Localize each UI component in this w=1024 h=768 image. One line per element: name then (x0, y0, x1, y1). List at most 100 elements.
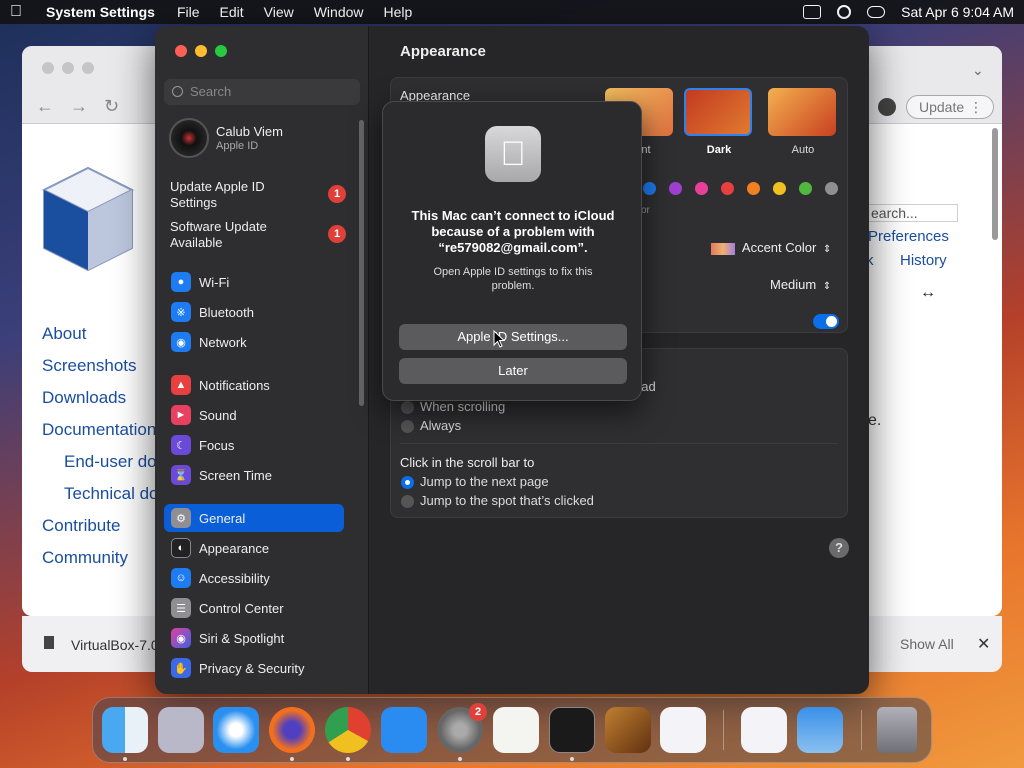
highlight-color-swatch (711, 242, 735, 255)
sidebar-item-control-center[interactable]: ☰ Control Center (164, 594, 344, 622)
sidebar-item-general[interactable]: ⚙ General (164, 504, 344, 532)
link-history[interactable]: History (900, 252, 947, 269)
accent-swatch-graphite[interactable] (825, 182, 838, 195)
apple-id-settings-button[interactable]: Apple ID Settings... (399, 324, 627, 350)
dock-running-indicator (346, 757, 350, 761)
dock-garageband-icon[interactable] (605, 707, 651, 753)
moon-icon: ☾ (171, 435, 191, 455)
site-search-input[interactable]: earch... (866, 204, 958, 222)
menu-view[interactable]: View (264, 4, 294, 20)
menu-window[interactable]: Window (314, 4, 364, 20)
later-button[interactable]: Later (399, 358, 627, 384)
control-center-icon[interactable] (867, 6, 886, 18)
apple-id-profile[interactable]: Calub Viem Apple ID (169, 118, 283, 158)
sidebar-item-network[interactable]: ◉ Network (164, 328, 344, 356)
wallpaper-tinting-toggle[interactable] (813, 314, 839, 329)
menu-help[interactable]: Help (384, 4, 413, 20)
show-all-button[interactable]: Show All (900, 636, 954, 652)
sidebar-item-label: Privacy & Security (199, 660, 305, 676)
dock-textedit-icon[interactable] (493, 707, 539, 753)
radio-jump-spot[interactable] (401, 495, 414, 508)
close-button[interactable] (175, 45, 187, 57)
dock-vscode-icon[interactable] (660, 707, 706, 753)
dock-chrome-icon[interactable] (325, 707, 371, 753)
sidebar-item-screen-time[interactable]: ⌛ Screen Time (164, 461, 344, 489)
highlight-color-popup[interactable]: Accent Color ⇕ (711, 240, 831, 255)
theme-dark-thumb[interactable] (684, 88, 752, 136)
menu-edit[interactable]: Edit (220, 4, 244, 20)
profile-icon[interactable] (878, 98, 896, 116)
forward-icon[interactable]: → (70, 96, 88, 117)
sidebar-item-bluetooth[interactable]: ※ Bluetooth (164, 298, 344, 326)
radio-jump-spot-label: Jump to the spot that’s clicked (420, 493, 594, 508)
sidebar-item-privacy-security[interactable]: ✋ Privacy & Security (164, 654, 344, 682)
download-item[interactable]: VirtualBox-7.0 (71, 637, 159, 653)
back-icon[interactable]: ← (36, 96, 54, 117)
accent-swatch-orange[interactable] (747, 182, 760, 195)
sidebar-item-label: Notifications (199, 377, 270, 393)
dock-finder-icon[interactable] (102, 707, 148, 753)
sidebar-item-sound[interactable]: ► Sound (164, 401, 344, 429)
spotlight-icon[interactable] (837, 5, 852, 19)
accent-swatch-purple[interactable] (669, 182, 682, 195)
updown-chevron-icon: ⇕ (822, 244, 832, 255)
dock-terminal-icon[interactable] (549, 707, 595, 753)
accessibility-icon: ☺ (171, 568, 191, 588)
sidebar-item-label: Siri & Spotlight (199, 630, 285, 646)
help-button[interactable]: ? (829, 538, 849, 558)
radio-always[interactable] (401, 420, 414, 433)
browser-update-button[interactable]: Update ⋮ (906, 95, 994, 119)
dock-firefox-icon[interactable] (269, 707, 315, 753)
chevron-down-icon[interactable]: ⌄ (972, 62, 984, 79)
sidebar-icon-size-popup[interactable]: Medium ⇕ (770, 277, 831, 292)
radio-when-scrolling[interactable] (401, 401, 414, 414)
apple-logo-icon:  (485, 126, 541, 182)
radio-jump-next-page[interactable] (401, 476, 414, 489)
virtualbox-logo (41, 166, 135, 272)
app-menu[interactable]: System Settings (46, 4, 155, 20)
dock-app-store-icon[interactable] (381, 707, 427, 753)
screen-mirroring-icon[interactable] (803, 5, 822, 19)
minimize-button[interactable] (195, 45, 207, 57)
dialog-message: Open Apple ID settings to fix this probl… (433, 266, 593, 292)
sidebar-item-label: Appearance (199, 540, 270, 556)
dock-safari-icon[interactable] (213, 707, 259, 753)
apple-menu-icon[interactable]:  (10, 3, 28, 21)
browser-zoom-button[interactable] (82, 62, 94, 74)
dock-trash-icon[interactable] (877, 707, 917, 753)
accent-swatch-blue[interactable] (643, 182, 656, 195)
traffic-lights (175, 45, 227, 57)
browser-scrollbar[interactable] (992, 128, 998, 240)
dock-launchpad-icon[interactable] (158, 707, 204, 753)
zoom-button[interactable] (215, 45, 227, 57)
dock-weather-icon[interactable] (797, 707, 843, 753)
accent-swatch-yellow[interactable] (773, 182, 786, 195)
sidebar-icon-size-value: Medium (770, 277, 817, 292)
sidebar-item-label: Screen Time (199, 467, 272, 483)
sidebar-item-wifi[interactable]: ● Wi-Fi (164, 268, 344, 296)
sidebar-item-focus[interactable]: ☾ Focus (164, 431, 344, 459)
sidebar-item-siri-spotlight[interactable]: ◉ Siri & Spotlight (164, 624, 344, 652)
sidebar-item-appearance[interactable]: ◐ Appearance (164, 534, 344, 562)
bluetooth-icon: ※ (171, 302, 191, 322)
accent-swatch-red[interactable] (721, 182, 734, 195)
close-download-bar-icon[interactable]: ✕ (977, 634, 990, 654)
alert-software-update[interactable]: Software Update Available 1 (170, 219, 350, 251)
browser-close-button[interactable] (42, 62, 54, 74)
dock: 2 (92, 697, 932, 763)
accent-swatch-green[interactable] (799, 182, 812, 195)
browser-minimize-button[interactable] (62, 62, 74, 74)
menu-clock[interactable]: Sat Apr 6 9:04 AM (901, 4, 1014, 20)
alert-update-apple-id[interactable]: Update Apple ID Settings 1 (170, 179, 350, 211)
dock-visual-studio-icon[interactable] (741, 707, 787, 753)
sidebar-search-input[interactable]: Search (164, 79, 360, 105)
sidebar-item-accessibility[interactable]: ☺ Accessibility (164, 564, 344, 592)
sidebar-scrollbar[interactable] (359, 120, 364, 406)
link-preferences[interactable]: Preferences (868, 228, 949, 245)
sidebar-item-notifications[interactable]: ▲ Notifications (164, 371, 344, 399)
menu-file[interactable]: File (177, 4, 200, 20)
reload-icon[interactable]: ↻ (104, 96, 119, 117)
theme-auto-thumb[interactable] (768, 88, 836, 136)
profile-subtitle: Apple ID (216, 140, 259, 152)
accent-swatch-pink[interactable] (695, 182, 708, 195)
